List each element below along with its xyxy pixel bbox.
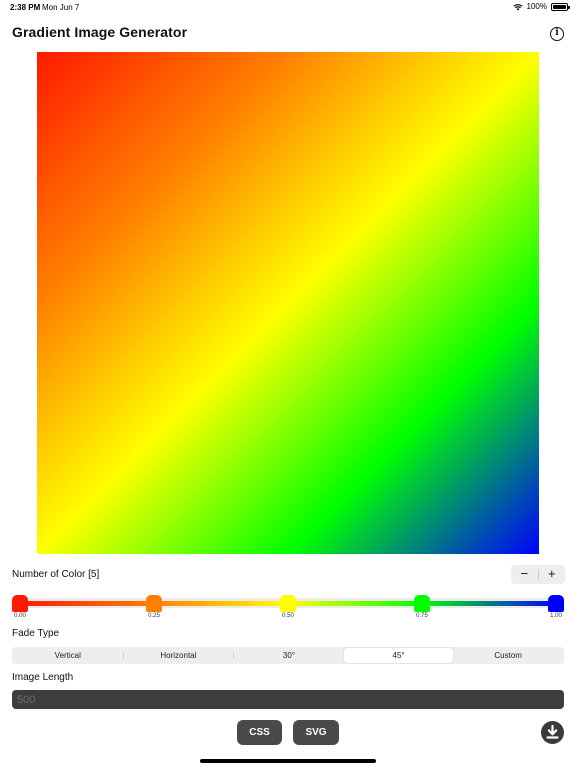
app-title: Gradient Image Generator xyxy=(12,24,188,40)
gradient-preview xyxy=(37,52,539,554)
segment-custom[interactable]: Custom xyxy=(453,648,563,663)
status-indicators: 100% xyxy=(513,2,570,11)
image-length-label: Image Length xyxy=(12,672,74,683)
svg-button[interactable]: SVG xyxy=(293,720,339,745)
download-icon xyxy=(546,724,559,739)
increment-button[interactable]: + xyxy=(539,565,566,584)
color-count-label: Number of Color [5] xyxy=(12,569,100,580)
fade-type-segmented-control: Vertical Horizontal 30° 45° Custom xyxy=(12,647,564,664)
color-stop-label: 0.00 xyxy=(14,613,26,619)
color-stop-handle[interactable] xyxy=(280,595,296,612)
color-stop-label: 0.50 xyxy=(282,613,294,619)
status-date: Mon Jun 7 xyxy=(42,3,80,12)
battery-percent: 100% xyxy=(526,2,547,11)
color-stop-label: 0.75 xyxy=(416,613,428,619)
download-button[interactable] xyxy=(541,721,564,744)
color-stop-handle[interactable] xyxy=(414,595,430,612)
fade-type-label: Fade Type xyxy=(12,628,60,639)
segment-30-degree[interactable]: 30° xyxy=(234,648,344,663)
status-bar: 2:38 PM Mon Jun 7 100% xyxy=(0,0,576,16)
segment-vertical[interactable]: Vertical xyxy=(13,648,123,663)
image-length-input[interactable] xyxy=(12,690,564,709)
color-stop-handle[interactable] xyxy=(146,595,162,612)
status-time: 2:38 PM xyxy=(10,3,41,12)
wifi-icon xyxy=(513,3,522,10)
segment-45-degree[interactable]: 45° xyxy=(343,648,454,663)
battery-icon xyxy=(551,2,570,11)
color-count-stepper: − + xyxy=(511,565,565,584)
color-stop-handle[interactable] xyxy=(548,595,564,612)
color-stop-label: 0.25 xyxy=(148,613,160,619)
info-circle-icon[interactable]: i xyxy=(550,27,564,41)
color-stop-handle[interactable] xyxy=(12,595,28,612)
home-indicator xyxy=(200,759,376,763)
segment-horizontal[interactable]: Horizontal xyxy=(124,648,234,663)
decrement-button[interactable]: − xyxy=(511,565,538,584)
css-button[interactable]: CSS xyxy=(237,720,282,745)
color-stop-label: 1.00 xyxy=(550,613,562,619)
